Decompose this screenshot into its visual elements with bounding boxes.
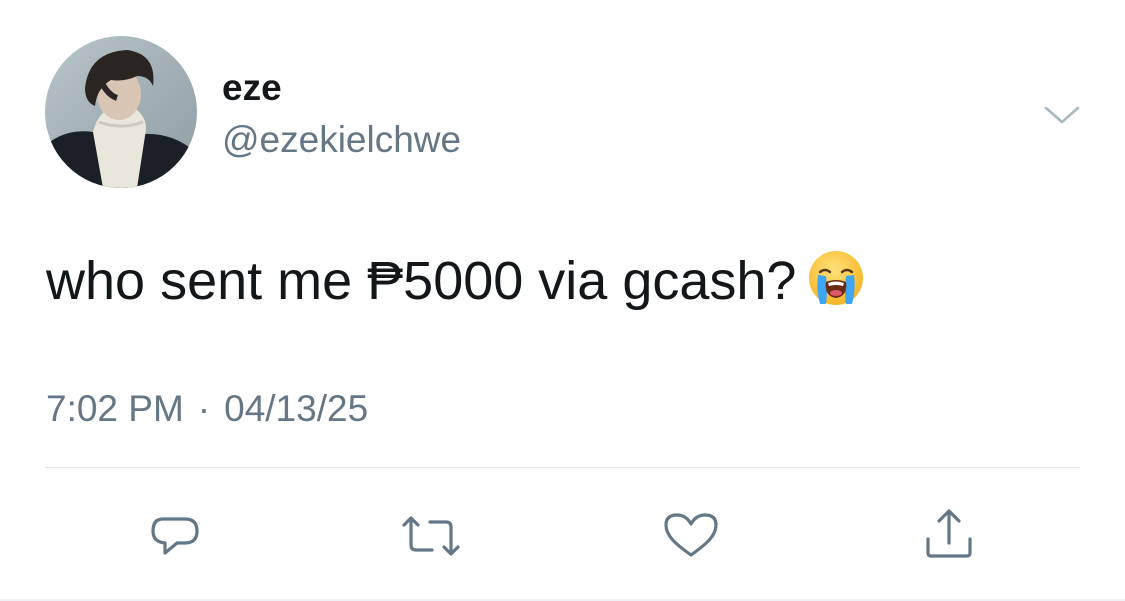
share-button[interactable] [918, 505, 980, 567]
tweet-card: eze @ezekielchwe who sent me ₱5000 via g… [0, 0, 1125, 601]
reply-icon [151, 517, 199, 555]
share-icon [926, 509, 972, 558]
tweet-date: 04/13/25 [224, 388, 369, 429]
like-button[interactable] [660, 505, 722, 567]
retweet-icon [402, 516, 460, 556]
heart-icon [664, 513, 718, 557]
user-handle[interactable]: @ezekielchwe [222, 117, 461, 163]
reply-button[interactable] [145, 505, 207, 567]
display-name[interactable]: eze [222, 66, 282, 110]
avatar[interactable] [45, 36, 197, 188]
loudly-crying-face-emoji [806, 248, 866, 308]
divider [45, 467, 1080, 468]
chevron-down-icon[interactable] [1040, 100, 1084, 130]
tweet-text: who sent me ₱5000 via gcash? [46, 248, 866, 313]
tweet-timestamp[interactable]: 7:02 PM · 04/13/25 [46, 386, 368, 432]
tweet-body: who sent me ₱5000 via gcash? [46, 251, 797, 311]
tweet-time: 7:02 PM [46, 388, 184, 429]
meta-separator: · [197, 388, 211, 429]
retweet-button[interactable] [400, 505, 462, 567]
